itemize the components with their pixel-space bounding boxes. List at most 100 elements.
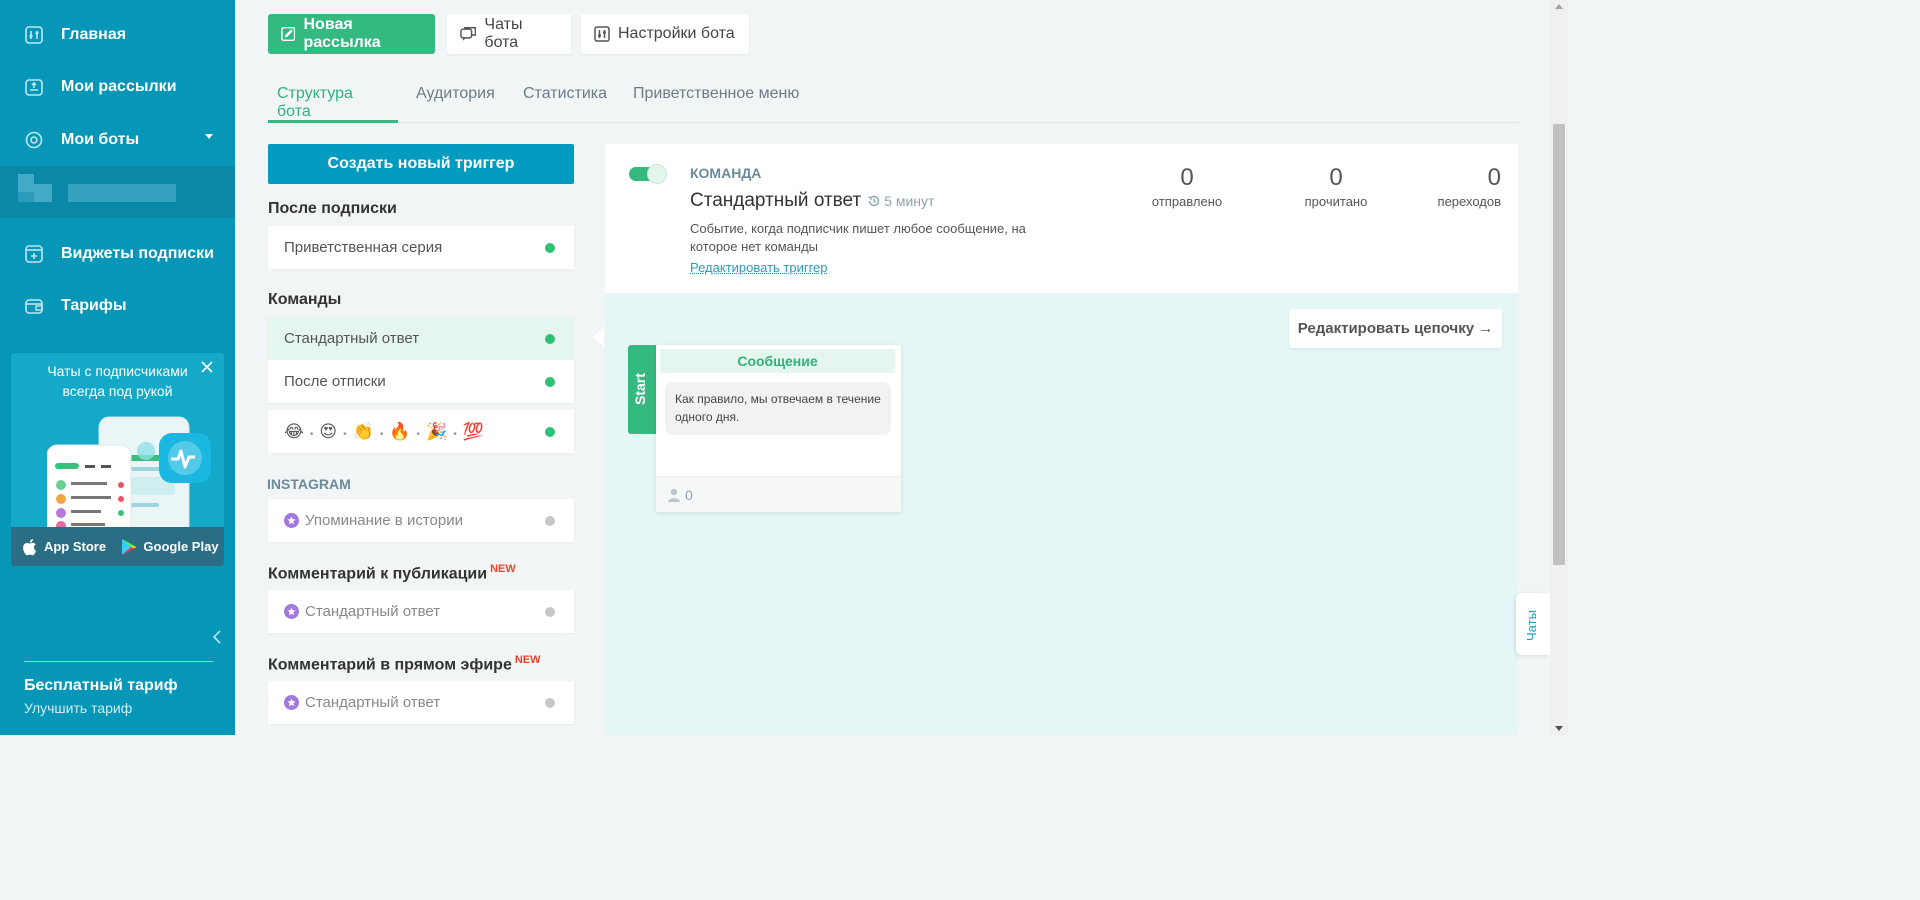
subscriber-count: 0 bbox=[685, 486, 693, 503]
mailing-icon bbox=[24, 77, 44, 97]
emoji-command-label: 😂 • 😍 • 👏 • 🔥 • 🎉 • 💯 bbox=[284, 421, 484, 441]
trigger-item-selected[interactable]: Стандартный ответ bbox=[268, 317, 574, 360]
sidebar-item-bots[interactable]: Мои боты bbox=[0, 116, 235, 164]
scrollbar[interactable] bbox=[1550, 0, 1568, 735]
status-dot bbox=[545, 427, 555, 437]
home-icon bbox=[24, 25, 44, 45]
trigger-label: Приветственная серия bbox=[284, 239, 443, 256]
status-dot bbox=[545, 698, 555, 708]
create-trigger-button[interactable]: Создать новый триггер bbox=[268, 144, 574, 184]
app-store-button[interactable]: App Store bbox=[11, 538, 117, 556]
sidebar-item-widgets[interactable]: Виджеты подписки bbox=[0, 230, 235, 278]
delay-info: 5 минут bbox=[867, 193, 934, 209]
sidebar: Главная Мои рассылки Мои боты Виджеты по… bbox=[0, 0, 235, 735]
section-tabs: Структура бота Аудитория Статистика Прив… bbox=[268, 78, 1518, 123]
trigger-description: Событие, когда подписчик пишет любое соо… bbox=[690, 221, 1026, 254]
store-links: App Store Google Play bbox=[11, 527, 224, 566]
bot-list-item[interactable] bbox=[0, 166, 235, 218]
new-mailing-label: Новая рассылка bbox=[303, 16, 381, 51]
current-plan: Бесплатный тариф bbox=[24, 677, 178, 694]
chat-icon bbox=[460, 27, 477, 41]
bot-chats-label: Чаты бота bbox=[484, 16, 523, 51]
section-title: Комментарий в прямом эфире NEW bbox=[268, 654, 541, 674]
status-dot bbox=[545, 607, 555, 617]
bot-settings-button[interactable]: Настройки бота bbox=[581, 14, 749, 54]
trigger-item[interactable]: После отписки bbox=[268, 360, 574, 403]
trigger-label: После отписки bbox=[284, 373, 386, 390]
sidebar-item-label: Виджеты подписки bbox=[61, 245, 214, 262]
sidebar-item-label: Тарифы bbox=[61, 297, 127, 314]
new-badge: NEW bbox=[490, 563, 516, 575]
sidebar-item-label: Мои рассылки bbox=[61, 78, 177, 95]
tab-bot-structure[interactable]: Структура бота bbox=[268, 78, 398, 123]
promo-text: Чаты с подписчиками всегда под рукой bbox=[47, 363, 188, 399]
status-dot bbox=[545, 516, 555, 526]
clock-history-icon bbox=[868, 195, 880, 207]
sidebar-item-home[interactable]: Главная bbox=[0, 11, 235, 59]
status-dot bbox=[545, 334, 555, 344]
star-icon bbox=[284, 513, 299, 528]
wallet-icon bbox=[24, 296, 44, 316]
close-icon[interactable] bbox=[200, 360, 214, 374]
stat-sent: 0 отправлено bbox=[1151, 164, 1223, 209]
trigger-label: Упоминание в истории bbox=[305, 512, 463, 529]
sidebar-item-tariffs[interactable]: Тарифы bbox=[0, 282, 235, 330]
tab-welcome-menu[interactable]: Приветственное меню bbox=[624, 78, 808, 123]
star-icon bbox=[284, 695, 299, 710]
scroll-thumb[interactable] bbox=[1553, 124, 1565, 565]
google-play-label: Google Play bbox=[143, 539, 219, 554]
section-title: После подписки bbox=[268, 200, 397, 217]
section-title-instagram: INSTAGRAM bbox=[267, 476, 351, 492]
trigger-enabled-toggle[interactable] bbox=[629, 164, 667, 184]
tab-statistics[interactable]: Статистика bbox=[514, 78, 616, 123]
trigger-type: КОМАНДА bbox=[690, 165, 762, 181]
node-title: Сообщение bbox=[660, 349, 895, 373]
google-play-icon bbox=[122, 538, 137, 555]
stat-read: 0 прочитано bbox=[1304, 164, 1368, 209]
collapse-sidebar-icon[interactable] bbox=[212, 630, 222, 644]
status-dot bbox=[545, 377, 555, 387]
trigger-title: Стандартный ответ 5 минут bbox=[690, 190, 935, 211]
message-bubble: Как правило, мы отвечаем в течение одног… bbox=[665, 382, 891, 435]
bot-chats-button[interactable]: Чаты бота bbox=[447, 14, 571, 54]
user-icon bbox=[668, 488, 680, 502]
phones-illustration bbox=[47, 416, 211, 527]
trigger-label: Стандартный ответ bbox=[305, 603, 441, 620]
status-dot bbox=[545, 243, 555, 253]
new-mailing-button[interactable]: Новая рассылка bbox=[268, 14, 435, 54]
start-marker: Start bbox=[628, 345, 656, 434]
section-title: Команды bbox=[268, 291, 342, 308]
trigger-item-emoji[interactable]: 😂 • 😍 • 👏 • 🔥 • 🎉 • 💯 bbox=[268, 410, 574, 453]
trigger-item[interactable]: Упоминание в истории bbox=[268, 499, 574, 542]
edit-trigger-link[interactable]: Редактировать триггер bbox=[690, 260, 828, 275]
selection-pointer bbox=[593, 327, 604, 347]
bots-icon bbox=[24, 130, 44, 150]
chain-canvas[interactable]: Редактировать цепочку → Start Сообщение … bbox=[605, 293, 1518, 735]
chevron-down-icon[interactable] bbox=[205, 134, 213, 139]
apple-icon bbox=[23, 538, 36, 555]
sidebar-item-label: Главная bbox=[61, 26, 127, 43]
trigger-label: Стандартный ответ bbox=[305, 694, 441, 711]
scroll-down-icon[interactable] bbox=[1555, 726, 1563, 731]
divider bbox=[24, 661, 213, 662]
stat-clicks: 0 переходов bbox=[1437, 164, 1501, 209]
scroll-up-icon[interactable] bbox=[1555, 4, 1563, 9]
chats-side-tab[interactable]: Чаты bbox=[1516, 593, 1550, 655]
trigger-detail-panel: КОМАНДА Стандартный ответ 5 минут Событи… bbox=[605, 144, 1518, 293]
trigger-item[interactable]: Приветственная серия bbox=[268, 226, 574, 269]
sidebar-item-mailings[interactable]: Мои рассылки bbox=[0, 63, 235, 111]
message-node[interactable]: Сообщение Как правило, мы отвечаем в теч… bbox=[656, 345, 901, 512]
trigger-item[interactable]: Стандартный ответ bbox=[268, 681, 574, 724]
node-footer: 0 bbox=[656, 476, 901, 512]
section-title: Комментарий к публикации NEW bbox=[268, 563, 516, 583]
star-icon bbox=[284, 604, 299, 619]
trigger-item[interactable]: Стандартный ответ bbox=[268, 590, 574, 633]
upgrade-plan-link[interactable]: Улучшить тариф bbox=[24, 700, 132, 716]
app-store-label: App Store bbox=[43, 539, 107, 554]
new-badge: NEW bbox=[514, 654, 541, 666]
tab-audience[interactable]: Аудитория bbox=[407, 78, 504, 123]
bot-settings-label: Настройки бота bbox=[618, 25, 735, 42]
settings-sliders-icon bbox=[594, 26, 610, 42]
google-play-button[interactable]: Google Play bbox=[117, 538, 223, 556]
edit-chain-button[interactable]: Редактировать цепочку → bbox=[1289, 309, 1502, 348]
